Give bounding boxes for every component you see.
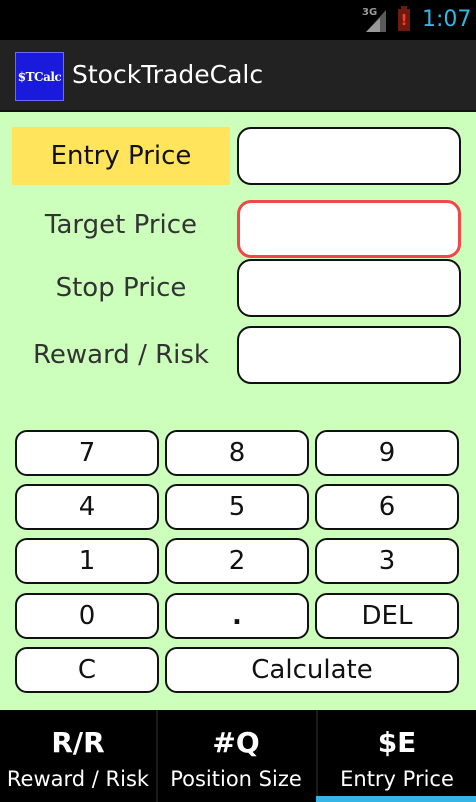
key-4-button[interactable]: 4 — [15, 484, 159, 530]
clear-button[interactable]: C — [15, 647, 159, 693]
stop-price-input[interactable] — [237, 259, 461, 317]
tab-position-size-short: #Q — [212, 726, 260, 759]
delete-button[interactable]: DEL — [315, 593, 459, 639]
signal-icon: 3G — [362, 7, 388, 32]
tab-position-size[interactable]: #Q Position Size — [158, 710, 314, 802]
action-bar: $TCalc StockTradeCalc — [0, 40, 476, 112]
key-7-button[interactable]: 7 — [15, 430, 159, 476]
selected-tab-indicator — [316, 796, 476, 802]
status-bar: 3G ! 1:07 — [0, 0, 476, 40]
app-logo-icon[interactable]: $TCalc — [15, 52, 64, 101]
key-1-button[interactable]: 1 — [15, 538, 159, 584]
key-0-button[interactable]: 0 — [15, 593, 159, 639]
entry-price-input[interactable] — [237, 127, 461, 185]
target-price-label[interactable]: Target Price — [12, 196, 230, 254]
tab-reward-risk-label: Reward / Risk — [6, 767, 150, 791]
key-3-button[interactable]: 3 — [315, 538, 459, 584]
tab-reward-risk[interactable]: R/R Reward / Risk — [0, 710, 156, 802]
decimal-point-button[interactable]: . — [165, 593, 309, 639]
battery-alert-icon: ! — [398, 6, 410, 31]
reward-risk-output[interactable] — [237, 326, 461, 384]
status-time: 1:07 — [422, 7, 472, 32]
key-2-button[interactable]: 2 — [165, 538, 309, 584]
stop-price-label[interactable]: Stop Price — [12, 259, 230, 317]
tab-position-size-label: Position Size — [170, 767, 302, 791]
reward-risk-label[interactable]: Reward / Risk — [12, 326, 230, 384]
tab-entry-price[interactable]: $E Entry Price — [318, 710, 476, 802]
key-8-button[interactable]: 8 — [165, 430, 309, 476]
key-5-button[interactable]: 5 — [165, 484, 309, 530]
bottom-tab-bar: R/R Reward / Risk #Q Position Size $E En… — [0, 710, 476, 802]
app-title: StockTradeCalc — [72, 60, 264, 89]
key-6-button[interactable]: 6 — [315, 484, 459, 530]
calculator-panel: Entry Price Target Price Stop Price Rewa… — [0, 112, 476, 710]
tab-entry-price-label: Entry Price — [340, 767, 454, 791]
target-price-input[interactable] — [237, 200, 461, 258]
key-9-button[interactable]: 9 — [315, 430, 459, 476]
calculate-button[interactable]: Calculate — [165, 647, 459, 693]
tab-entry-price-short: $E — [377, 726, 417, 759]
entry-price-label[interactable]: Entry Price — [12, 127, 230, 185]
tab-reward-risk-short: R/R — [51, 726, 105, 759]
